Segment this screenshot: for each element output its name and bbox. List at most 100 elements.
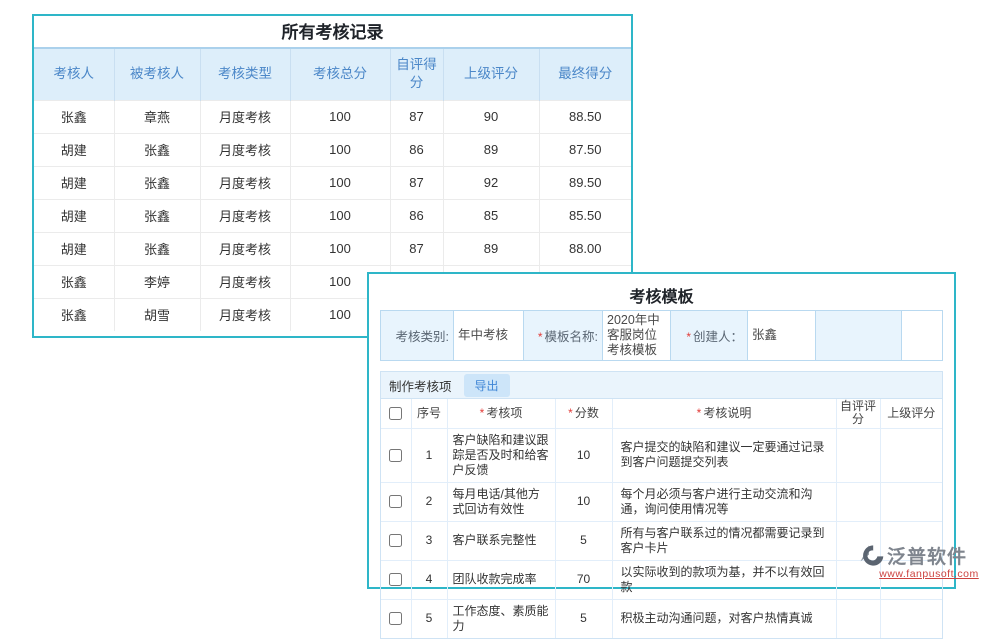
col-self-eval: 自评评分 — [836, 399, 880, 428]
item-index: 5 — [411, 599, 447, 638]
required-star: * — [686, 330, 691, 344]
record-cell: 月度考核 — [200, 298, 290, 331]
col-desc: *考核说明 — [612, 399, 836, 428]
watermark-url: www.fanpusoft.com — [858, 568, 1000, 580]
item-desc: 客户提交的缺陷和建议一定要通过记录到客户问题提交列表 — [612, 428, 836, 482]
item-score: 5 — [555, 599, 612, 638]
record-cell: 87 — [390, 166, 443, 199]
select-all-cell — [381, 399, 411, 428]
template-name-field[interactable]: 2020年中客服岗位考核模板 — [603, 311, 671, 361]
record-cell: 85 — [443, 199, 539, 232]
checkbox-cell — [381, 482, 411, 521]
items-table-header: 序号 *考核项 *分数 *考核说明 自评评分 上级评分 — [381, 399, 942, 428]
col-total-score: 考核总分 — [290, 49, 390, 100]
record-cell: 胡建 — [34, 199, 114, 232]
checkbox-cell — [381, 560, 411, 599]
item-name: 工作态度、素质能力 — [447, 599, 555, 638]
required-star: * — [697, 406, 702, 420]
col-superior-eval: 上级评分 — [880, 399, 942, 428]
records-panel-title: 所有考核记录 — [34, 16, 631, 49]
item-score: 10 — [555, 482, 612, 521]
fanpu-logo-icon — [858, 542, 885, 569]
row-checkbox[interactable] — [389, 495, 402, 508]
record-row: 胡建张鑫月度考核100879289.50 — [34, 166, 631, 199]
item-score: 70 — [555, 560, 612, 599]
record-cell: 张鑫 — [34, 298, 114, 331]
col-index: 序号 — [411, 399, 447, 428]
item-name: 团队收款完成率 — [447, 560, 555, 599]
make-items-label: 制作考核项 — [389, 376, 452, 395]
select-all-checkbox[interactable] — [389, 407, 402, 420]
category-label: 考核类别: — [381, 311, 454, 361]
col-assessor: 考核人 — [34, 49, 114, 100]
watermark-brand: 泛普软件 — [887, 542, 967, 569]
record-cell: 月度考核 — [200, 133, 290, 166]
record-cell: 张鑫 — [34, 265, 114, 298]
record-cell: 章燕 — [114, 100, 200, 133]
checkbox-cell — [381, 428, 411, 482]
record-cell: 张鑫 — [114, 199, 200, 232]
row-checkbox[interactable] — [389, 612, 402, 625]
category-field[interactable]: 年中考核 — [454, 311, 524, 361]
record-cell: 100 — [290, 199, 390, 232]
col-assessed: 被考核人 — [114, 49, 200, 100]
item-row: 1客户缺陷和建议跟踪是否及时和给客户反馈10客户提交的缺陷和建议一定要通过记录到… — [381, 428, 942, 482]
item-name: 客户缺陷和建议跟踪是否及时和给客户反馈 — [447, 428, 555, 482]
item-self-score — [836, 599, 880, 638]
item-desc: 以实际收到的款项为基，并不以有效回款 — [612, 560, 836, 599]
col-superior-score: 上级评分 — [443, 49, 539, 100]
record-cell: 100 — [290, 232, 390, 265]
item-score: 10 — [555, 428, 612, 482]
item-superior-score — [880, 428, 942, 482]
col-final-score: 最终得分 — [539, 49, 631, 100]
record-cell: 张鑫 — [34, 100, 114, 133]
record-cell: 87.50 — [539, 133, 631, 166]
export-button[interactable]: 导出 — [464, 374, 510, 397]
item-desc: 所有与客户联系过的情况都需要记录到客户卡片 — [612, 521, 836, 560]
record-cell: 张鑫 — [114, 133, 200, 166]
record-row: 张鑫章燕月度考核100879088.50 — [34, 100, 631, 133]
required-star: * — [538, 330, 543, 344]
item-index: 2 — [411, 482, 447, 521]
record-row: 胡建张鑫月度考核100868585.50 — [34, 199, 631, 232]
record-cell: 100 — [290, 100, 390, 133]
record-cell: 月度考核 — [200, 265, 290, 298]
row-checkbox[interactable] — [389, 534, 402, 547]
template-form: 考核类别: 年中考核 *模板名称: 2020年中客服岗位考核模板 *创建人： 张… — [380, 310, 943, 361]
col-score: *分数 — [555, 399, 612, 428]
item-row: 5工作态度、素质能力5积极主动沟通问题，对客户热情真诚 — [381, 599, 942, 638]
item-row: 2每月电话/其他方式回访有效性10每个月必须与客户进行主动交流和沟通，询问使用情… — [381, 482, 942, 521]
record-row: 胡建张鑫月度考核100868987.50 — [34, 133, 631, 166]
required-star: * — [568, 406, 573, 420]
creator-label: *创建人： — [671, 311, 748, 361]
assessment-items-section: 制作考核项 导出 序号 *考核项 *分数 *考核说明 自评评分 上级评分 1客户… — [380, 371, 943, 639]
record-cell: 月度考核 — [200, 199, 290, 232]
record-cell: 胡建 — [34, 166, 114, 199]
form-empty-label-cell — [816, 311, 902, 361]
row-checkbox[interactable] — [389, 573, 402, 586]
record-cell: 89 — [443, 232, 539, 265]
item-superior-score — [880, 482, 942, 521]
item-self-score — [836, 428, 880, 482]
template-name-label: *模板名称: — [524, 311, 603, 361]
item-score: 5 — [555, 521, 612, 560]
record-cell: 87 — [390, 100, 443, 133]
record-cell: 87 — [390, 232, 443, 265]
record-cell: 胡建 — [34, 133, 114, 166]
record-cell: 89.50 — [539, 166, 631, 199]
row-checkbox[interactable] — [389, 449, 402, 462]
record-cell: 90 — [443, 100, 539, 133]
record-cell: 张鑫 — [114, 166, 200, 199]
form-empty-value-cell — [902, 311, 943, 361]
record-cell: 月度考核 — [200, 166, 290, 199]
record-cell: 89 — [443, 133, 539, 166]
checkbox-cell — [381, 599, 411, 638]
record-cell: 86 — [390, 199, 443, 232]
record-cell: 88.50 — [539, 100, 631, 133]
creator-field[interactable]: 张鑫 — [748, 311, 816, 361]
record-cell: 86 — [390, 133, 443, 166]
record-cell: 月度考核 — [200, 100, 290, 133]
record-cell: 100 — [290, 133, 390, 166]
item-index: 3 — [411, 521, 447, 560]
item-desc: 每个月必须与客户进行主动交流和沟通，询问使用情况等 — [612, 482, 836, 521]
